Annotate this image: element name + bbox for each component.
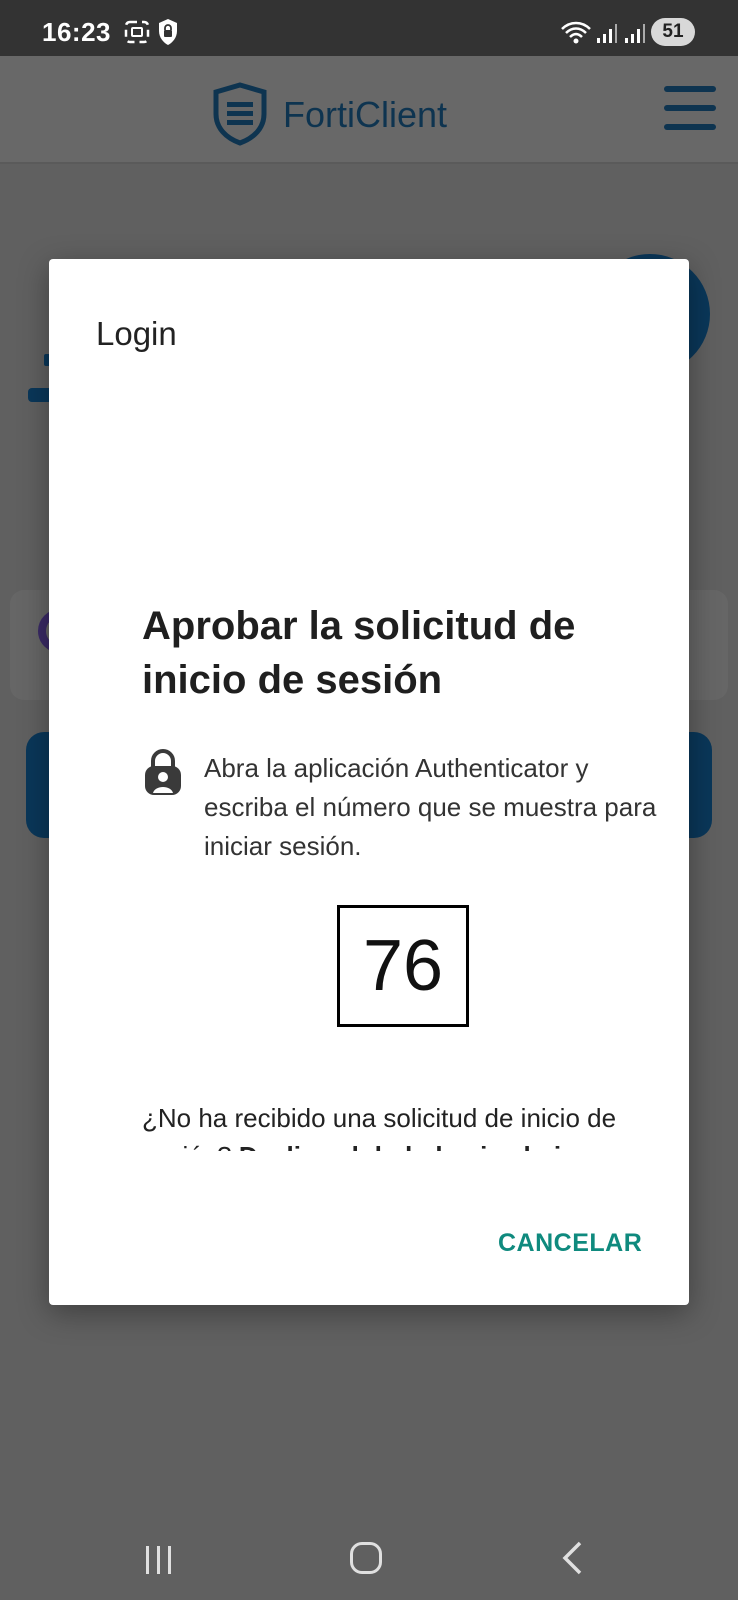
battery-indicator: 51: [651, 18, 695, 46]
recent-apps-icon[interactable]: [144, 1544, 174, 1576]
hamburger-menu-icon[interactable]: [664, 86, 718, 132]
navigation-bar: [0, 1510, 738, 1600]
dialog-title: Login: [96, 315, 177, 352]
back-icon[interactable]: [560, 1540, 584, 1576]
help-text: ¿No ha recibido una solicitud de inicio …: [142, 1099, 642, 1151]
signal-icon-2: [625, 24, 645, 43]
login-dialog: Login Aprobar la solicitud de inicio de …: [49, 259, 689, 1305]
wifi-icon: [561, 21, 591, 44]
cancel-button[interactable]: CANCELAR: [498, 1229, 642, 1258]
home-icon[interactable]: [350, 1542, 382, 1574]
instruction-text: Abra la aplicación Authenticator y escri…: [204, 753, 657, 861]
verification-number: 76: [337, 905, 469, 1027]
status-time: 16:23: [42, 17, 111, 47]
status-bar: 16:23 51: [0, 0, 738, 56]
app-header: FortiClient: [0, 56, 738, 164]
signal-icon-1: [597, 24, 617, 43]
app-brand-name: FortiClient: [283, 94, 448, 135]
screenshot-icon: [124, 20, 150, 44]
forticlient-logo-icon: [213, 82, 267, 146]
help-instruction: Deslice el dedo hacia abajo: [239, 1141, 577, 1151]
lock-person-icon: [145, 749, 181, 795]
vpn-lock-icon: [159, 19, 177, 45]
dialog-heading: Aprobar la solicitud de inicio de sesión: [142, 604, 576, 702]
dialog-content[interactable]: Aprobar la solicitud de inicio de sesión…: [49, 599, 689, 1151]
